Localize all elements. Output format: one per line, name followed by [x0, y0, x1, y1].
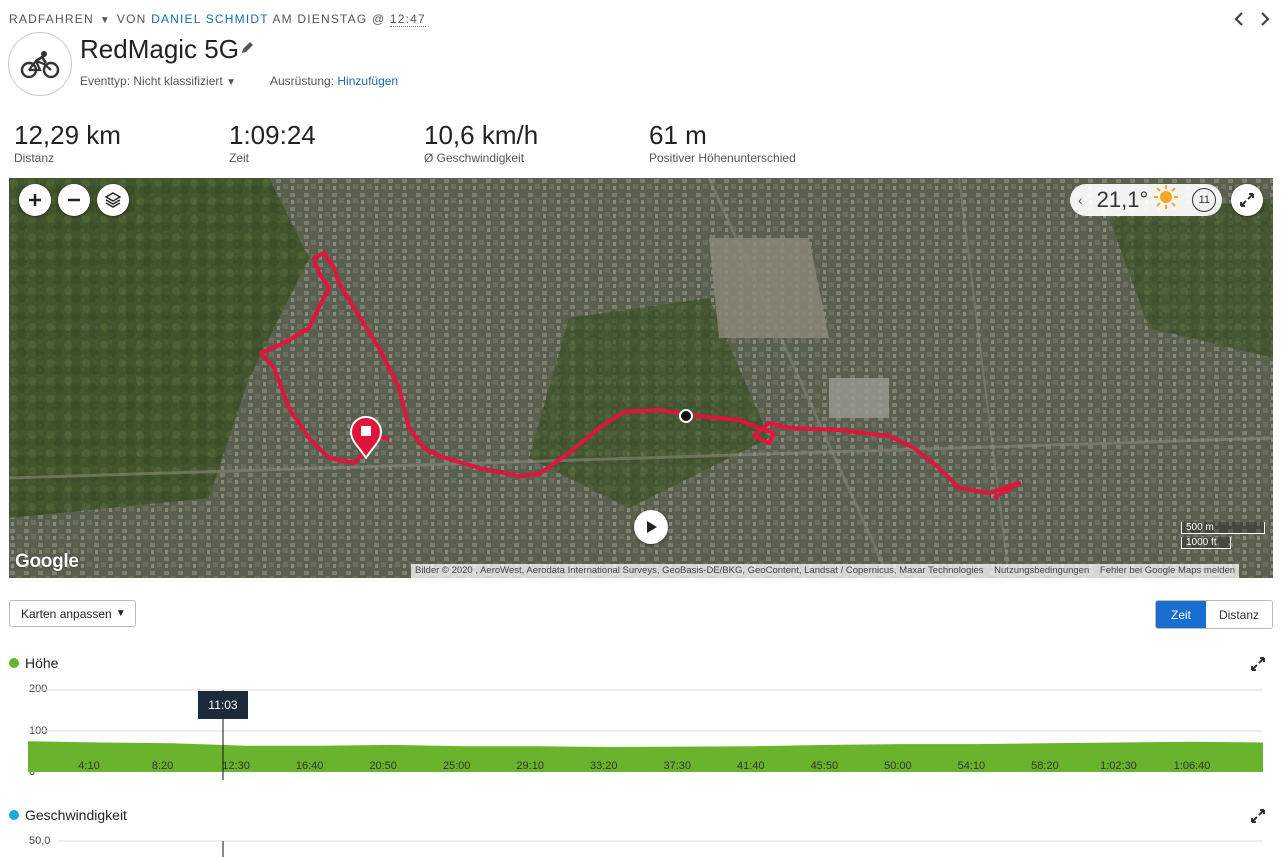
- x-tick-label: 54:10: [957, 760, 986, 772]
- scale-imperial: 1000 ft: [1181, 537, 1231, 549]
- author-link[interactable]: DANIEL SCHMIDT: [151, 12, 268, 26]
- x-tick-label: 4:10: [78, 760, 100, 772]
- speed-chart-title: Geschwindigkeit: [9, 807, 127, 823]
- layers-icon: [105, 192, 121, 208]
- activity-type: RADFAHREN: [9, 12, 94, 26]
- expand-chart-icon[interactable]: [1251, 809, 1265, 828]
- customize-maps-dropdown[interactable]: Karten anpassen ▼: [9, 600, 136, 627]
- zoom-out-button[interactable]: [58, 184, 90, 216]
- expand-chart-icon[interactable]: [1251, 657, 1265, 676]
- fullscreen-button[interactable]: [1231, 184, 1263, 216]
- by-label: VON: [116, 12, 147, 26]
- report-link[interactable]: Fehler bei Google Maps melden: [1100, 565, 1235, 576]
- google-logo: Google: [15, 551, 79, 572]
- terms-link[interactable]: Nutzungsbedingungen: [994, 565, 1089, 576]
- stat-value: 61 m: [649, 120, 707, 150]
- route-map[interactable]: ‹ 21,1° 11 Google 500 m 1000 ft Bilder ©…: [9, 178, 1273, 578]
- x-tick-label: 37:30: [663, 760, 692, 772]
- x-tick-label: 1:06:40: [1173, 760, 1211, 772]
- customize-maps-label: Karten anpassen: [21, 606, 112, 621]
- map-attribution: Bilder © 2020 , AeroWest, Aerodata Inter…: [411, 564, 1240, 578]
- x-tick-label: 1:02:30: [1100, 760, 1137, 772]
- elevation-legend-dot: [9, 658, 19, 668]
- event-type-value[interactable]: Nicht klassifiziert: [133, 74, 222, 88]
- weather-widget[interactable]: ‹ 21,1° 11: [1070, 184, 1222, 216]
- stat-value: 10,6 km/h: [424, 120, 539, 150]
- x-tick-label: 50:00: [884, 760, 912, 772]
- elevation-chart[interactable]: [0, 680, 1285, 780]
- elevation-title: Höhe: [25, 655, 59, 671]
- event-type-label: Eventtyp:: [80, 74, 131, 88]
- expand-icon: [1240, 193, 1254, 207]
- gear-label: Ausrüstung:: [270, 74, 335, 88]
- chevron-right-icon[interactable]: [1259, 10, 1271, 31]
- x-tick-label: 33:20: [589, 760, 618, 772]
- wind-speed: 11: [1198, 194, 1210, 206]
- speed-title: Geschwindigkeit: [25, 807, 127, 823]
- caret-down-icon[interactable]: ▼: [100, 15, 111, 26]
- stat-value: 12,29 km: [14, 120, 121, 150]
- stat-label: Distanz: [14, 151, 55, 165]
- x-tick-label: 58:20: [1031, 760, 1059, 772]
- activity-title[interactable]: RedMagic 5G: [80, 34, 239, 65]
- gear: Ausrüstung: Hinzufügen: [270, 74, 398, 88]
- cursor-time-tooltip: 11:03: [198, 691, 248, 719]
- stat-time: 1:09:24 Zeit: [229, 120, 316, 165]
- caret-down-icon[interactable]: ▼: [226, 77, 236, 88]
- x-tick-label: 12:30: [222, 760, 250, 772]
- play-button[interactable]: [634, 510, 668, 544]
- x-tick-label: 8:20: [151, 760, 174, 772]
- toggle-distance-button[interactable]: Distanz: [1206, 601, 1272, 628]
- finish-marker-icon[interactable]: [349, 415, 383, 464]
- stat-value: 1:09:24: [229, 120, 316, 150]
- activity-time: 12:47: [389, 12, 426, 27]
- stat-label: Zeit: [229, 151, 250, 165]
- caret-down-icon: ▼: [115, 608, 126, 619]
- temperature: 21,1°: [1096, 187, 1149, 212]
- scale-metric: 500 m: [1181, 522, 1265, 534]
- chevron-left-icon[interactable]: [1233, 10, 1245, 31]
- sun-icon: [1154, 185, 1179, 215]
- breadcrumb: RADFAHREN ▼ VON DANIEL SCHMIDT AM DIENSTAG…: [9, 12, 426, 27]
- day-label: AM DIENSTAG @: [272, 12, 386, 26]
- elevation-chart-title: Höhe: [9, 655, 58, 671]
- edit-pencil-icon[interactable]: [240, 41, 254, 60]
- x-tick-label: 20:50: [369, 760, 397, 772]
- stat-label: Positiver Höhenunterschied: [649, 151, 796, 165]
- attribution-text: Bilder © 2020 , AeroWest, Aerodata Inter…: [415, 565, 984, 576]
- speed-legend-dot: [9, 810, 19, 820]
- wind-icon: 11: [1192, 188, 1217, 212]
- bicycle-icon: [8, 32, 72, 96]
- layers-button[interactable]: [97, 184, 129, 216]
- x-axis-toggle[interactable]: Zeit Distanz: [1155, 600, 1273, 629]
- x-tick-label: 41:40: [737, 760, 765, 772]
- elevation-area: [28, 741, 1263, 772]
- stat-distance: 12,29 km Distanz: [14, 120, 121, 165]
- play-icon: [647, 521, 657, 533]
- x-tick-label: 45:50: [810, 760, 839, 772]
- event-type[interactable]: Eventtyp: Nicht klassifiziert ▼: [80, 74, 236, 88]
- x-tick-label: 29:10: [516, 760, 544, 772]
- stat-label: Ø Geschwindigkeit: [424, 151, 525, 165]
- x-tick-label: 25:00: [442, 760, 471, 772]
- zoom-in-button[interactable]: [19, 184, 51, 216]
- add-gear-link[interactable]: Hinzufügen: [337, 74, 398, 88]
- scale-bar: 500 m 1000 ft: [1181, 522, 1265, 549]
- stat-avg-speed: 10,6 km/h Ø Geschwindigkeit: [424, 120, 538, 165]
- speed-chart[interactable]: [0, 840, 1285, 857]
- chevron-left-icon[interactable]: ‹: [1078, 192, 1083, 208]
- stat-elevation-gain: 61 m Positiver Höhenunterschied: [649, 120, 796, 165]
- toggle-time-button[interactable]: Zeit: [1156, 601, 1206, 628]
- x-tick-label: 16:40: [295, 760, 324, 772]
